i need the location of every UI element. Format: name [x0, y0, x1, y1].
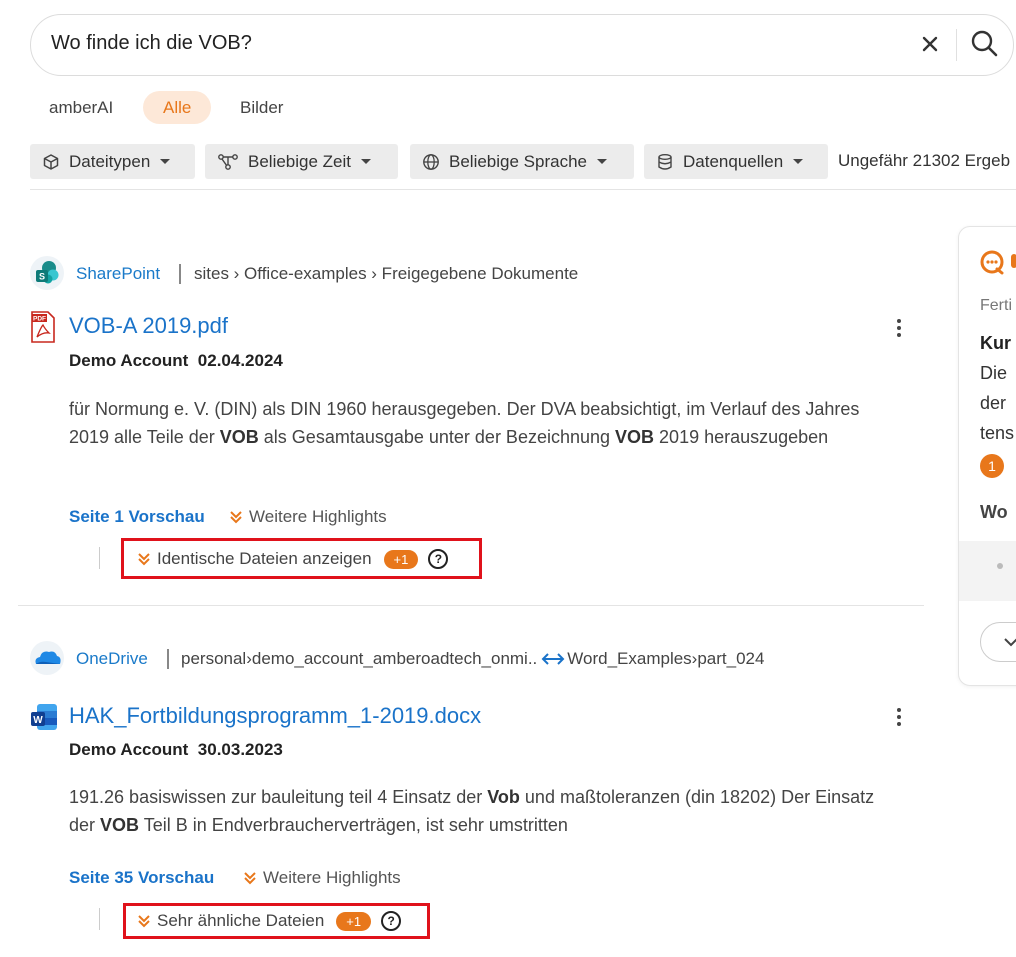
svg-text:PDF: PDF: [33, 316, 46, 323]
amber-ai-logo-icon: [979, 249, 1005, 280]
kebab-icon: [897, 319, 901, 337]
filter-label: Datenquellen: [683, 151, 784, 171]
double-chevron-down-icon: [244, 872, 256, 885]
result-snippet: 191.26 basiswissen zur bauleitung teil 4…: [69, 787, 875, 835]
database-icon: [658, 153, 672, 170]
clear-search-button[interactable]: [915, 29, 945, 59]
preview-link[interactable]: Seite 35 Vorschau: [69, 868, 214, 888]
help-icon[interactable]: ?: [428, 549, 449, 569]
bullet: [997, 563, 1003, 569]
date: 30.03.2023: [197, 740, 283, 759]
ai-content-band: [959, 541, 1016, 601]
source-separator: [179, 264, 181, 284]
thread-line: [99, 908, 100, 930]
ai-text-line: der: [980, 393, 1007, 413]
more-highlights-button[interactable]: Weitere Highlights: [228, 507, 387, 527]
help-icon[interactable]: ?: [381, 911, 402, 931]
source-name[interactable]: SharePoint: [76, 264, 160, 284]
svg-text:S: S: [39, 272, 45, 282]
result-title[interactable]: VOB-A 2019.pdf: [69, 313, 228, 339]
word-icon: W: [30, 702, 58, 737]
result-separator: [18, 605, 924, 606]
result-snippet: für Normung e. V. (DIN) als DIN 1960 her…: [69, 399, 860, 447]
filter-sprache[interactable]: Beliebige Sprache: [410, 144, 634, 179]
filter-label: Beliebige Zeit: [248, 151, 352, 171]
ai-title-fragment: [1011, 254, 1016, 268]
globe-icon: [423, 153, 439, 170]
breadcrumb[interactable]: sites › Office-examples › Freigegebene D…: [194, 264, 578, 284]
search-button[interactable]: [969, 28, 1001, 60]
thread-line: [99, 547, 100, 569]
tab-bilder[interactable]: Bilder: [220, 91, 303, 124]
search-input[interactable]: Wo finde ich die VOB?: [51, 32, 252, 55]
filter-label: Beliebige Sprache: [449, 151, 587, 171]
tab-alle[interactable]: Alle: [143, 91, 212, 124]
author: Demo Account: [69, 740, 189, 759]
more-highlights-button[interactable]: Weitere Highlights: [242, 868, 401, 888]
branch-icon: [218, 153, 238, 170]
chevron-down-icon: [160, 159, 171, 164]
filter-label: Dateitypen: [69, 151, 151, 171]
chevron-down-icon: [1004, 638, 1016, 647]
filter-datenquellen[interactable]: Datenquellen: [644, 144, 828, 179]
search-bar[interactable]: Wo finde ich die VOB?: [30, 14, 1014, 76]
date: 02.04.2024: [197, 351, 283, 370]
svg-text:W: W: [33, 715, 43, 726]
filter-divider: [30, 189, 1016, 190]
result-meta: Demo Account 30.03.2023: [69, 740, 283, 760]
filter-zeit[interactable]: Beliebige Zeit: [205, 144, 398, 179]
cube-icon: [43, 153, 59, 170]
source-name[interactable]: OneDrive: [76, 649, 148, 669]
similar-count-badge: +1: [336, 911, 372, 931]
source-separator: [167, 649, 169, 669]
result-count: Ungefähr 21302 Ergeb: [838, 151, 1011, 170]
search-divider: [956, 29, 957, 61]
ai-text-line: tens: [980, 423, 1015, 443]
more-options-button[interactable]: [892, 707, 906, 727]
ai-status: Ferti: [980, 297, 1012, 314]
expand-path-icon[interactable]: [541, 651, 565, 667]
filter-dateitypen[interactable]: Dateitypen: [30, 144, 195, 179]
result-title[interactable]: HAK_Fortbildungsprogramm_1-2019.docx: [69, 703, 481, 729]
chevron-down-icon: [361, 159, 372, 164]
ai-heading: Kur: [980, 333, 1011, 353]
double-chevron-down-icon: [138, 553, 150, 566]
chevron-down-icon: [596, 159, 607, 164]
tab-amberai[interactable]: amberAI: [29, 91, 133, 124]
breadcrumb[interactable]: personal›demo_account_amberoadtech_onmi.…: [181, 649, 764, 669]
chevron-down-icon: [793, 159, 804, 164]
show-similar-button[interactable]: Sehr ähnliche Dateien +1 ?: [136, 911, 402, 931]
citation-badge[interactable]: 1: [980, 454, 1004, 478]
author: Demo Account: [69, 351, 189, 370]
preview-link[interactable]: Seite 1 Vorschau: [69, 507, 205, 527]
sharepoint-icon: S: [30, 256, 64, 290]
show-duplicates-button[interactable]: Identische Dateien anzeigen +1 ?: [136, 549, 449, 569]
expand-answer-button[interactable]: [980, 622, 1016, 662]
double-chevron-down-icon: [230, 511, 242, 524]
kebab-icon: [897, 708, 901, 726]
duplicates-count-badge: +1: [383, 549, 419, 569]
search-icon: [971, 30, 998, 57]
double-chevron-down-icon: [138, 915, 150, 928]
ai-subheading: Wo: [980, 502, 1008, 522]
pdf-icon: PDF: [30, 311, 56, 348]
more-options-button[interactable]: [892, 318, 906, 338]
result-meta: Demo Account 02.04.2024: [69, 351, 283, 371]
ai-answer-panel: Ferti Kur Die der tens 1 Wo: [958, 226, 1016, 686]
ai-text-line: Die: [980, 363, 1008, 383]
onedrive-icon: [30, 641, 64, 675]
close-icon: [922, 36, 938, 52]
